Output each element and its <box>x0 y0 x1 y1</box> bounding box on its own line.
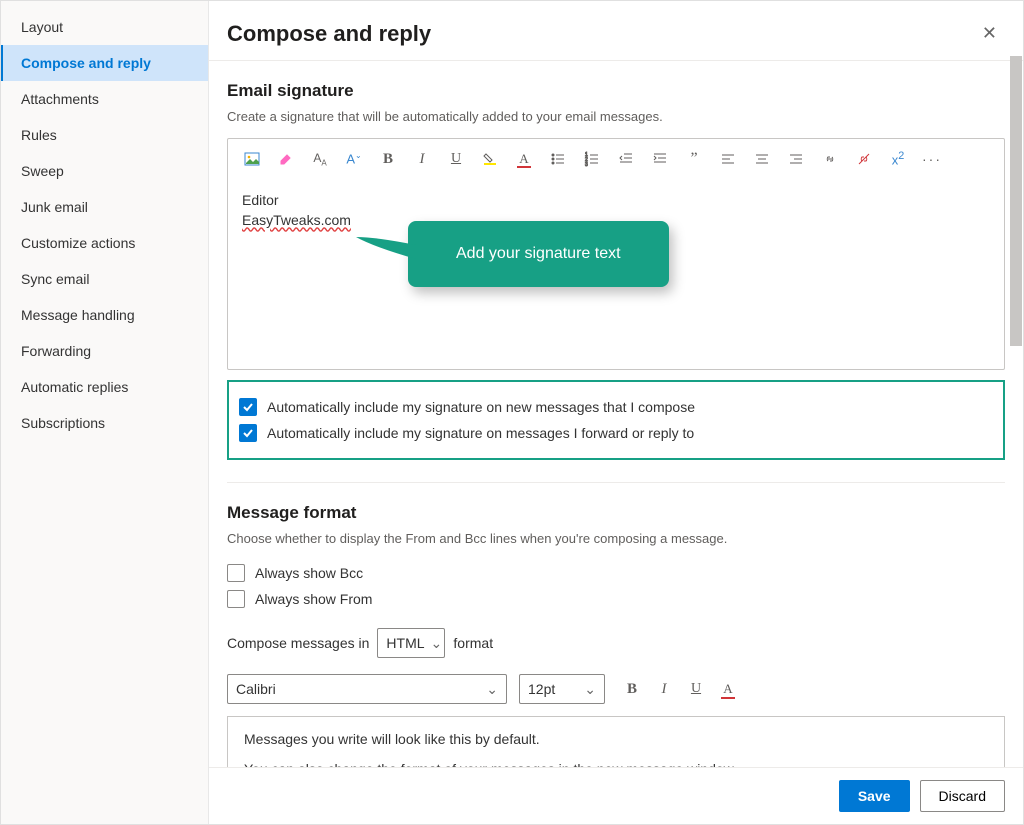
compose-prefix-label: Compose messages in <box>227 635 369 651</box>
email-signature-section: Email signature Create a signature that … <box>227 61 1005 460</box>
format-title: Message format <box>227 503 1005 523</box>
align-right-icon[interactable] <box>780 145 812 173</box>
italic-icon[interactable]: I <box>406 145 438 173</box>
sidebar-item-sweep[interactable]: Sweep <box>1 153 208 189</box>
bold-icon[interactable]: B <box>617 675 647 703</box>
signature-options-group: Automatically include my signature on ne… <box>227 380 1005 460</box>
format-preview-box: Messages you write will look like this b… <box>227 716 1005 767</box>
text-highlight-icon[interactable] <box>474 145 506 173</box>
underline-icon[interactable]: U <box>440 145 472 173</box>
page-title: Compose and reply <box>227 21 431 47</box>
check-icon <box>242 401 254 413</box>
discard-button[interactable]: Discard <box>920 780 1005 812</box>
unlink-icon[interactable] <box>848 145 880 173</box>
sidebar-item-attachments[interactable]: Attachments <box>1 81 208 117</box>
compose-format-select[interactable]: HTML ⌄ <box>377 628 445 658</box>
settings-sidebar: Layout Compose and reply Attachments Rul… <box>1 1 209 824</box>
align-center-icon[interactable] <box>746 145 778 173</box>
signature-title: Email signature <box>227 81 1005 101</box>
font-family-select[interactable]: Calibri ⌄ <box>227 674 507 704</box>
main-header: Compose and reply ✕ <box>209 1 1023 60</box>
superscript-icon[interactable]: x2 <box>882 145 914 173</box>
format-desc: Choose whether to display the From and B… <box>227 531 1005 546</box>
font-larger-icon[interactable]: A⌄ <box>338 145 370 173</box>
annotation-text: Add your signature text <box>456 245 621 262</box>
close-button[interactable]: ✕ <box>974 19 1005 48</box>
signature-textarea[interactable]: Editor EasyTweaks.com Add your signature… <box>228 179 1004 369</box>
sidebar-item-auto-replies[interactable]: Automatic replies <box>1 369 208 405</box>
scrollbar[interactable] <box>1009 56 1023 764</box>
sidebar-item-compose-reply[interactable]: Compose and reply <box>1 45 208 81</box>
chevron-down-icon: ⌄ <box>584 681 596 698</box>
dialog-footer: Save Discard <box>209 767 1023 824</box>
checkbox-show-from[interactable] <box>227 590 245 608</box>
svg-text:3: 3 <box>585 162 588 167</box>
close-icon: ✕ <box>982 23 997 43</box>
sidebar-item-sync[interactable]: Sync email <box>1 261 208 297</box>
signature-toolbar: AA A⌄ B I U A 123 ” <box>228 139 1004 179</box>
signature-line2: EasyTweaks.com <box>242 211 990 231</box>
sidebar-item-customize[interactable]: Customize actions <box>1 225 208 261</box>
image-icon[interactable] <box>236 145 268 173</box>
main-panel: Compose and reply ✕ Email signature Crea… <box>209 1 1023 824</box>
signature-desc: Create a signature that will be automati… <box>227 109 1005 124</box>
font-size-select[interactable]: 12pt ⌄ <box>519 674 605 704</box>
checkbox-show-from-label: Always show From <box>255 591 372 607</box>
checkbox-show-bcc-label: Always show Bcc <box>255 565 363 581</box>
highlighter-icon[interactable] <box>270 145 302 173</box>
bullets-icon[interactable] <box>542 145 574 173</box>
scrollbar-thumb[interactable] <box>1010 56 1022 346</box>
checkbox-include-reply[interactable] <box>239 424 257 442</box>
checkbox-include-new-label: Automatically include my signature on ne… <box>267 399 695 415</box>
numbering-icon[interactable]: 123 <box>576 145 608 173</box>
signature-editor: AA A⌄ B I U A 123 ” <box>227 138 1005 370</box>
check-icon <box>242 427 254 439</box>
chevron-down-icon: ⌄ <box>431 635 443 652</box>
sidebar-item-layout[interactable]: Layout <box>1 9 208 45</box>
chevron-down-icon: ⌄ <box>486 681 498 698</box>
message-format-section: Message format Choose whether to display… <box>227 483 1005 767</box>
quote-icon[interactable]: ” <box>678 145 710 173</box>
annotation-callout: Add your signature text <box>408 221 669 287</box>
sidebar-item-subscriptions[interactable]: Subscriptions <box>1 405 208 441</box>
font-color-icon[interactable]: A <box>508 145 540 173</box>
main-body[interactable]: Email signature Create a signature that … <box>209 60 1023 767</box>
link-icon[interactable] <box>814 145 846 173</box>
indent-decrease-icon[interactable] <box>610 145 642 173</box>
align-left-icon[interactable] <box>712 145 744 173</box>
font-smaller-icon[interactable]: AA <box>304 145 336 173</box>
underline-icon[interactable]: U <box>681 675 711 703</box>
bold-icon[interactable]: B <box>372 145 404 173</box>
save-button[interactable]: Save <box>839 780 910 812</box>
indent-increase-icon[interactable] <box>644 145 676 173</box>
signature-line1: Editor <box>242 191 990 211</box>
font-color-icon[interactable]: A <box>713 675 743 703</box>
sample-line1: Messages you write will look like this b… <box>244 731 988 747</box>
checkbox-include-new[interactable] <box>239 398 257 416</box>
sidebar-item-junk[interactable]: Junk email <box>1 189 208 225</box>
checkbox-show-bcc[interactable] <box>227 564 245 582</box>
more-icon[interactable]: ··· <box>916 145 948 173</box>
sidebar-item-rules[interactable]: Rules <box>1 117 208 153</box>
sidebar-item-forwarding[interactable]: Forwarding <box>1 333 208 369</box>
checkbox-include-reply-label: Automatically include my signature on me… <box>267 425 694 441</box>
italic-icon[interactable]: I <box>649 675 679 703</box>
compose-suffix-label: format <box>453 635 493 651</box>
sidebar-item-msg-handling[interactable]: Message handling <box>1 297 208 333</box>
